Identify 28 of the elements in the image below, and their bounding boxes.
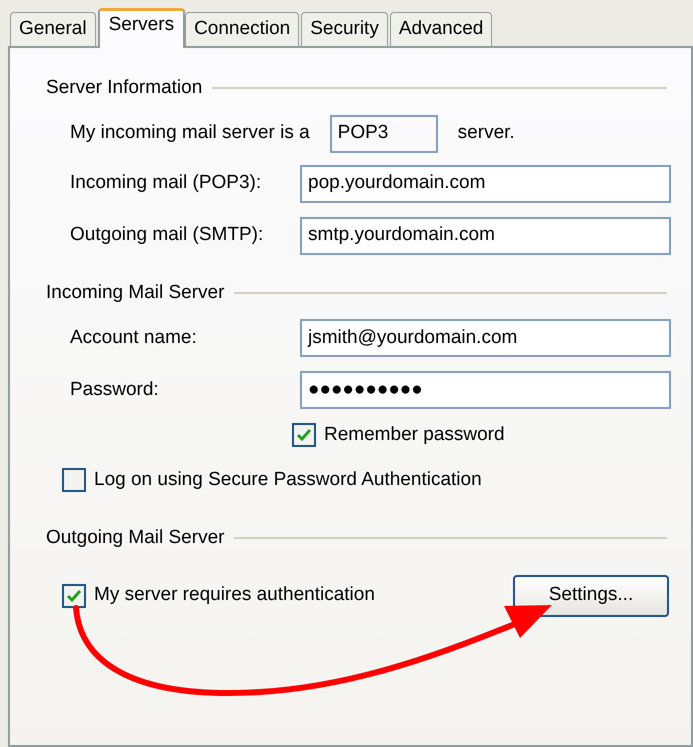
- checkbox[interactable]: [62, 468, 86, 492]
- input-field[interactable]: smtp.yourdomain.com: [300, 216, 671, 254]
- tab[interactable]: Connection: [185, 12, 300, 46]
- checkmark-icon: [296, 428, 312, 442]
- settings-button[interactable]: Settings...: [513, 574, 669, 616]
- tab[interactable]: Security: [301, 12, 388, 46]
- group-title: Incoming Mail Server: [46, 280, 224, 304]
- server-type-text: server.: [458, 121, 515, 146]
- group-title: Server Information: [46, 76, 202, 100]
- input-field[interactable]: pop.yourdomain.com: [300, 164, 671, 202]
- input-field[interactable]: ●●●●●●●●●●: [300, 371, 671, 409]
- checkbox[interactable]: [292, 423, 316, 448]
- tab[interactable]: General: [10, 12, 96, 46]
- server-type-text: My incoming mail server is a: [70, 121, 310, 146]
- server-type-value: POP3: [330, 114, 438, 152]
- checkmark-icon: [66, 588, 82, 602]
- tab[interactable]: Servers: [98, 8, 186, 48]
- field-label: Account name:: [70, 326, 198, 350]
- input-field[interactable]: jsmith@yourdomain.com: [300, 319, 671, 357]
- field-label: Password:: [70, 378, 160, 402]
- checkbox-label: My server requires authentication: [94, 583, 375, 608]
- field-label: Incoming mail (POP3):: [70, 171, 262, 196]
- group-title: Outgoing Mail Server: [46, 526, 224, 550]
- checkbox-label: Remember password: [324, 423, 505, 447]
- checkbox-label: Log on using Secure Password Authentication: [94, 468, 482, 492]
- tab[interactable]: Advanced: [390, 12, 492, 46]
- field-label: Outgoing mail (SMTP):: [70, 223, 264, 248]
- checkbox[interactable]: [62, 584, 86, 608]
